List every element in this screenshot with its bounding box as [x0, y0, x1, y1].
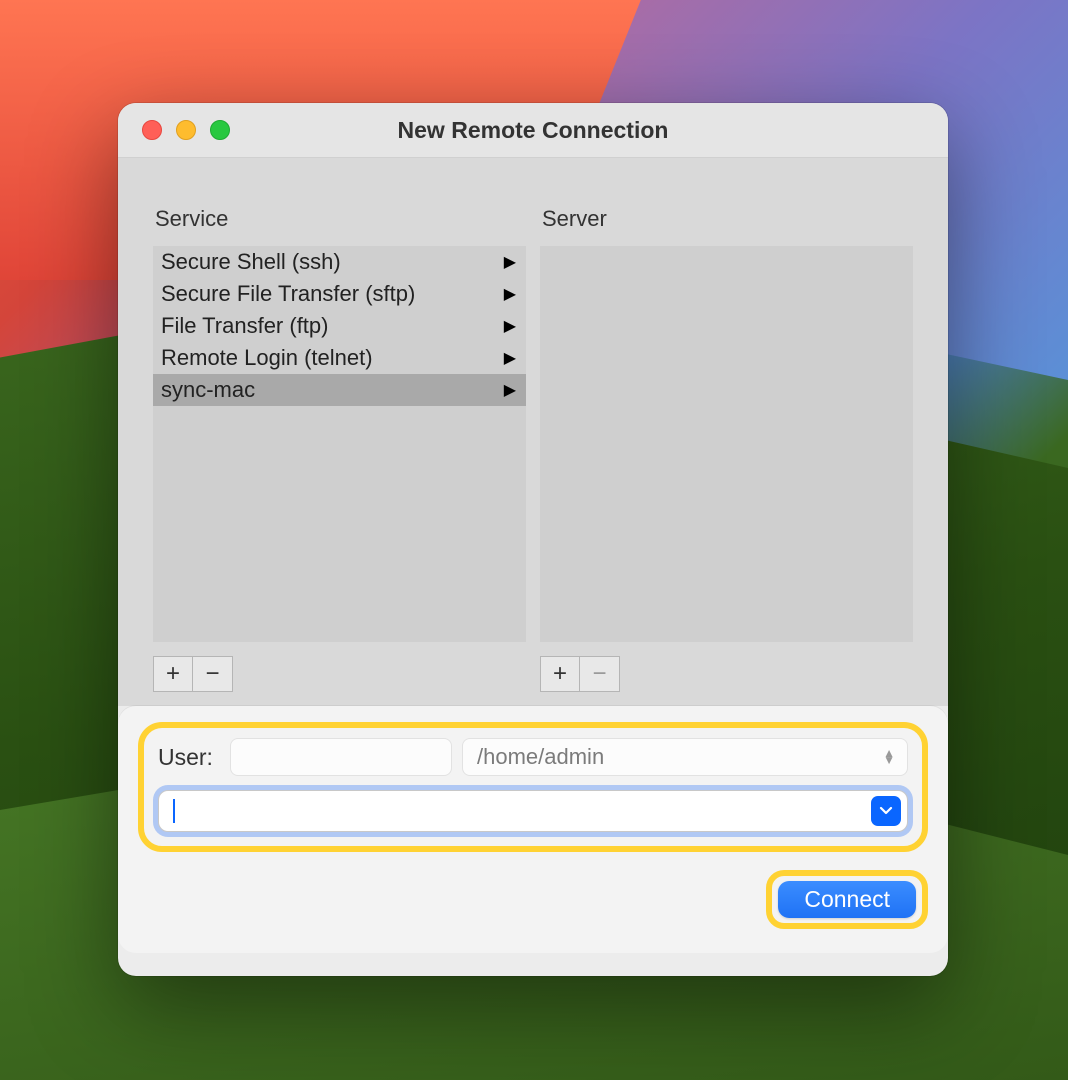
path-value: /home/admin: [477, 744, 604, 770]
minimize-icon[interactable]: [176, 120, 196, 140]
add-server-button[interactable]: +: [540, 656, 580, 692]
minus-icon: −: [592, 660, 606, 688]
service-pm-row: + −: [153, 656, 526, 692]
service-item-sftp[interactable]: Secure File Transfer (sftp) ▶: [153, 278, 526, 310]
service-item-ssh[interactable]: Secure Shell (ssh) ▶: [153, 246, 526, 278]
titlebar: New Remote Connection: [118, 103, 948, 158]
service-listbox[interactable]: Secure Shell (ssh) ▶ Secure File Transfe…: [153, 246, 526, 642]
window-title: New Remote Connection: [118, 117, 948, 144]
user-highlight-group: User: /home/admin ▲▼: [138, 722, 928, 852]
service-item-label: Secure Shell (ssh): [161, 249, 341, 275]
chevron-right-icon: ▶: [504, 316, 516, 336]
remove-service-button[interactable]: −: [193, 656, 233, 692]
remove-server-button: −: [580, 656, 620, 692]
connect-label: Connect: [804, 886, 890, 912]
minus-icon: −: [205, 660, 219, 688]
traffic-lights: [118, 120, 230, 140]
service-item-label: File Transfer (ftp): [161, 313, 328, 339]
server-pm-row: + −: [540, 656, 913, 692]
service-column: Service Secure Shell (ssh) ▶ Secure File…: [153, 206, 526, 706]
stepper-icon: ▲▼: [883, 750, 895, 764]
server-column: Server + −: [540, 206, 913, 706]
combo-toggle-button[interactable]: [871, 796, 901, 826]
service-item-telnet[interactable]: Remote Login (telnet) ▶: [153, 342, 526, 374]
service-item-ftp[interactable]: File Transfer (ftp) ▶: [153, 310, 526, 342]
chevron-right-icon: ▶: [504, 348, 516, 368]
server-header: Server: [540, 206, 913, 232]
path-select[interactable]: /home/admin ▲▼: [462, 738, 908, 776]
user-row: User: /home/admin ▲▼: [158, 738, 908, 776]
service-item-label: sync-mac: [161, 377, 255, 403]
chevron-down-icon: [879, 806, 893, 816]
chevron-right-icon: ▶: [504, 252, 516, 272]
connect-row: Connect: [138, 870, 928, 929]
dialog-window: New Remote Connection Service Secure She…: [118, 103, 948, 976]
server-listbox[interactable]: [540, 246, 913, 642]
plus-icon: +: [553, 660, 567, 688]
command-input[interactable]: [175, 800, 871, 823]
plus-icon: +: [166, 660, 180, 688]
lower-panel: User: /home/admin ▲▼: [118, 706, 948, 953]
user-input[interactable]: [230, 738, 452, 776]
service-item-sync-mac[interactable]: sync-mac ▶: [153, 374, 526, 406]
service-item-label: Secure File Transfer (sftp): [161, 281, 415, 307]
connect-highlight: Connect: [766, 870, 928, 929]
user-label: User:: [158, 744, 220, 771]
command-combo[interactable]: [158, 790, 908, 832]
maximize-icon[interactable]: [210, 120, 230, 140]
content-upper: Service Secure Shell (ssh) ▶ Secure File…: [118, 158, 948, 706]
close-icon[interactable]: [142, 120, 162, 140]
combo-row: [158, 790, 908, 832]
service-header: Service: [153, 206, 526, 232]
add-service-button[interactable]: +: [153, 656, 193, 692]
chevron-right-icon: ▶: [504, 380, 516, 400]
service-item-label: Remote Login (telnet): [161, 345, 373, 371]
connect-button[interactable]: Connect: [778, 881, 916, 918]
chevron-right-icon: ▶: [504, 284, 516, 304]
